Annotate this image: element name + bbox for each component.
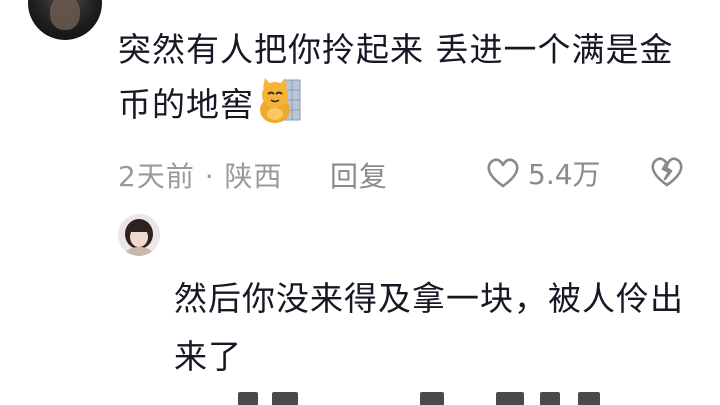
- cat-sticker-icon: [258, 78, 302, 124]
- reply-body: 然后你没来得及拿一块，被人伶出来了: [174, 279, 684, 376]
- heart-icon: [487, 158, 519, 188]
- comment-time-location: 2天前 · 陕西: [118, 160, 283, 193]
- comment-meta-row: 2天前 · 陕西 回复 5.4万: [118, 153, 698, 193]
- like-count: 5.4万: [528, 158, 601, 191]
- replier-avatar-image: [118, 214, 160, 256]
- broken-heart-icon[interactable]: [650, 155, 684, 189]
- comment-body: 突然有人把你拎起来 丢进一个满是金币的地窖: [118, 22, 698, 132]
- avatar-face: [50, 0, 80, 30]
- reply-button[interactable]: 回复: [330, 155, 388, 195]
- commenter-avatar[interactable]: [28, 0, 102, 40]
- comment-screen: 突然有人把你拎起来 丢进一个满是金币的地窖 2天前 · 陕西 回复 5.4万 然…: [0, 0, 720, 405]
- next-comment-cutoff: [180, 392, 680, 405]
- replier-avatar[interactable]: [118, 214, 160, 256]
- like-button[interactable]: 5.4万: [486, 153, 601, 193]
- comment-text: 突然有人把你拎起来 丢进一个满是金币的地窖: [118, 30, 674, 124]
